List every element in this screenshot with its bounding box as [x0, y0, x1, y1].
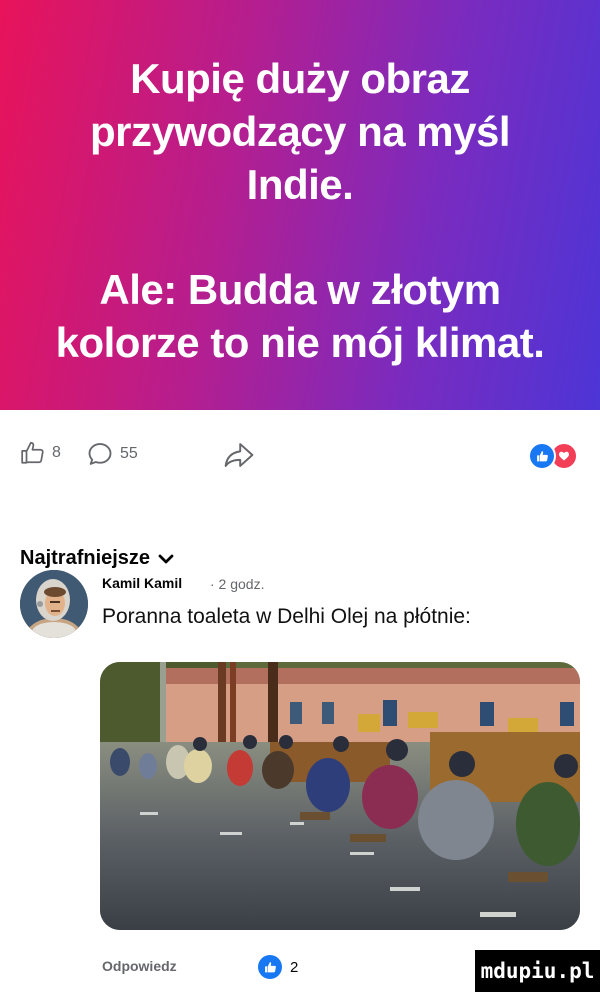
comment-attached-painting[interactable]: [100, 662, 580, 930]
comment-button[interactable]: 55: [86, 440, 138, 468]
post-text-block-2: Ale: Budda w złotym kolorze to nie mój k…: [0, 263, 600, 369]
share-button[interactable]: [222, 440, 256, 470]
reaction-summary[interactable]: [528, 442, 578, 470]
like-reaction-icon: [258, 955, 282, 979]
post-text-banner: Kupię duży obraz przywodzący na myśl Ind…: [0, 0, 600, 410]
speech-bubble-icon: [88, 443, 112, 465]
like-reaction-icon: [528, 442, 556, 470]
comment-count: 55: [120, 445, 138, 462]
site-watermark: mdupiu.pl: [475, 950, 600, 992]
post-text-line: Kupię duży obraz: [130, 55, 470, 102]
comment-text: Poranna toaleta w Delhi Olej na płótnie:: [102, 605, 471, 628]
post-text-line: przywodzący na myśl: [90, 108, 511, 155]
chevron-down-icon: [158, 554, 174, 563]
post-text-block-1: Kupię duży obraz przywodzący na myśl Ind…: [0, 52, 600, 211]
comment-author-name[interactable]: Kamil Kamil: [102, 575, 182, 591]
comment-timestamp[interactable]: · 2 godz.: [210, 576, 264, 592]
comment-reaction-count[interactable]: 2: [258, 955, 298, 979]
comment-sort-dropdown[interactable]: Najtrafniejsze: [20, 547, 174, 570]
share-arrow-icon: [224, 443, 254, 467]
post-text-line: kolorze to nie mój klimat.: [55, 319, 545, 366]
comment-sort-label: Najtrafniejsze: [20, 547, 151, 569]
commenter-avatar[interactable]: [20, 570, 88, 638]
like-button[interactable]: 8: [20, 440, 61, 466]
post-text-line: Ale: Budda w złotym: [99, 266, 501, 313]
post-text-line: Indie.: [246, 161, 354, 208]
like-count: 8: [52, 444, 61, 461]
thumbs-up-icon: [21, 441, 44, 464]
post-actions-bar: 8 55: [0, 410, 600, 490]
reply-button[interactable]: Odpowiedz: [102, 958, 177, 974]
comment-like-count: 2: [290, 958, 299, 976]
